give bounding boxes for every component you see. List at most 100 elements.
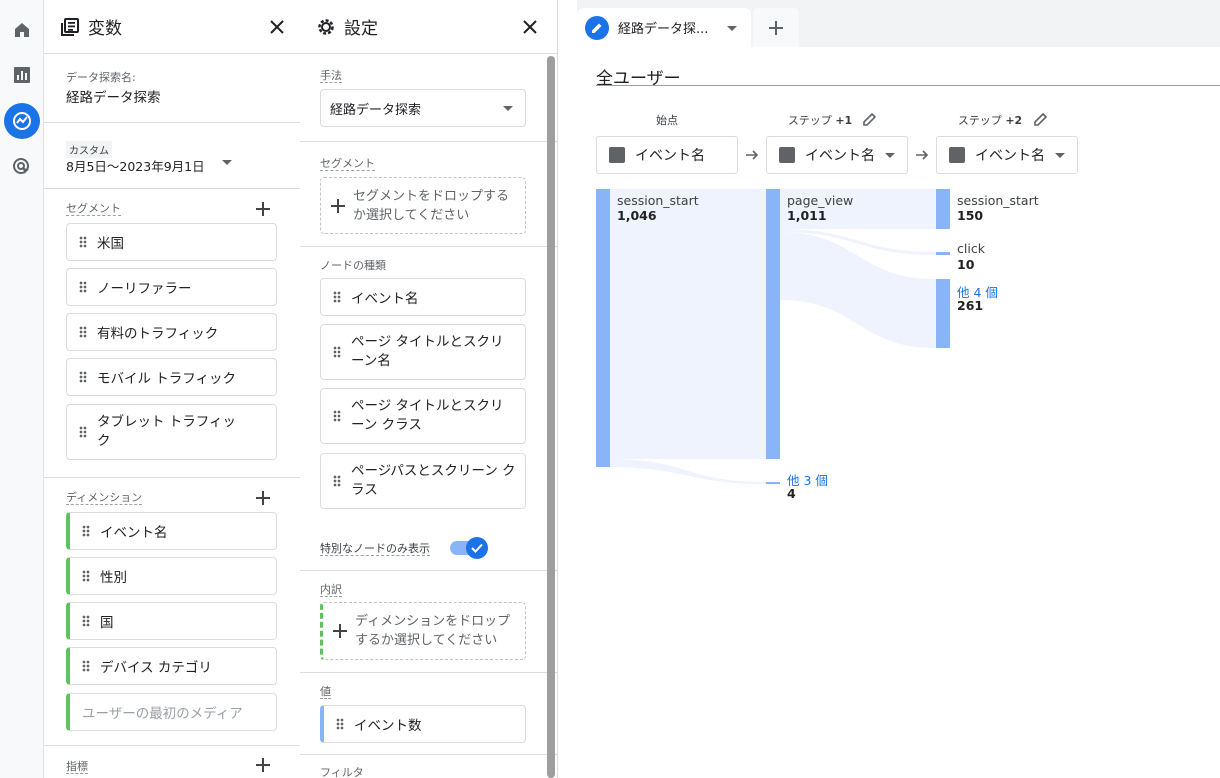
drag-handle-icon[interactable] [79, 236, 87, 248]
dimension-chip[interactable]: デバイス カテゴリ [66, 647, 277, 685]
segment-chip[interactable]: ノーリファラー [66, 268, 277, 306]
node-bar-other-step1[interactable] [766, 482, 780, 484]
breakdown-dropzone[interactable]: ディメンションをドロップするか選択してください [320, 602, 526, 660]
nav-rail [0, 0, 44, 778]
segments-section: セグメント 米国 ノーリファラー 有料のトラフィック モバイル トラフィック タ… [44, 189, 300, 478]
date-dropdown-icon[interactable] [222, 160, 232, 165]
node-type-chip[interactable]: イベント名 [320, 278, 526, 316]
drag-handle-icon[interactable] [333, 346, 341, 358]
node-value: 10 [957, 257, 975, 272]
node-type-chip[interactable]: ページパスとスクリーン クラス [320, 453, 526, 509]
segment-drop-label: セグメント [320, 157, 375, 170]
date-range-value[interactable]: 8月5日～2023年9月1日 [66, 156, 205, 175]
drag-handle-icon[interactable] [333, 410, 341, 422]
drag-handle-icon[interactable] [82, 525, 90, 537]
home-icon[interactable] [4, 12, 40, 48]
settings-title: 設定 [344, 19, 378, 39]
node-name: click [957, 241, 985, 256]
advertising-icon[interactable] [4, 149, 40, 185]
drag-handle-icon[interactable] [336, 718, 344, 730]
filter-label: フィルタ [320, 766, 364, 778]
node-value: 4 [787, 486, 796, 501]
flow-page-view-other [780, 232, 936, 348]
node-bar-page-view[interactable] [766, 189, 780, 459]
flow-session-start-page-view [610, 189, 766, 459]
settings-header: 設定 [300, 0, 557, 54]
segment-chip[interactable]: タブレット トラフィック [66, 404, 277, 460]
drag-handle-icon[interactable] [79, 371, 87, 383]
node-value: 1,011 [787, 208, 827, 223]
metrics-section: 指標 [44, 746, 300, 778]
variables-header: 変数 [44, 0, 300, 54]
node-name: page_view [787, 193, 854, 208]
technique-section: 手法 経路データ探索 [300, 54, 557, 142]
variables-panel: 変数 データ探索名: 経路データ探索 カスタム 8月5日～2023年9月1日 セ… [44, 0, 301, 778]
flow-session-start-other [610, 459, 766, 484]
add-icon [331, 198, 345, 213]
node-value: 150 [957, 208, 984, 223]
settings-panel: 設定 手法 経路データ探索 セグメント セグメントをドロップするか選択してくださ… [300, 0, 558, 778]
node-bar-other-step2[interactable] [936, 279, 950, 348]
special-nodes-toggle[interactable] [450, 537, 488, 559]
node-type-chip[interactable]: ページ タイトルとスクリーン クラス [320, 388, 526, 444]
settings-scrollbar[interactable] [547, 56, 555, 778]
dimension-chip[interactable]: 国 [66, 602, 277, 640]
segment-chip[interactable]: モバイル トラフィック [66, 358, 277, 396]
segment-drop-section: セグメント セグメントをドロップするか選択してください [300, 142, 557, 247]
node-name: session_start [617, 193, 699, 208]
node-bar-session-start[interactable] [596, 189, 610, 467]
drag-handle-icon[interactable] [79, 326, 87, 338]
explore-name-section: データ探索名: 経路データ探索 [44, 54, 300, 123]
drag-handle-icon[interactable] [82, 615, 90, 627]
add-icon [333, 624, 347, 638]
value-label: 値 [320, 685, 331, 698]
technique-label: 手法 [320, 69, 342, 82]
drag-handle-icon[interactable] [333, 475, 341, 487]
add-metric-icon[interactable] [254, 756, 272, 774]
variables-title: 変数 [88, 19, 122, 39]
dimension-chip[interactable]: 性別 [66, 557, 277, 595]
node-types-section: ノードの種類 イベント名 ページ タイトルとスクリーン名 ページ タイトルとスク… [300, 247, 557, 571]
segments-label: セグメント [66, 202, 121, 215]
explore-name-input[interactable]: 経路データ探索 [66, 86, 161, 106]
node-bar-click[interactable] [936, 252, 950, 255]
dimension-chip-placeholder[interactable]: ユーザーの最初のメディア [66, 693, 277, 731]
add-dimension-icon[interactable] [254, 489, 272, 507]
value-section: 値 イベント数 [300, 673, 557, 755]
node-bar-session-start-step2[interactable] [936, 189, 950, 229]
segment-chip[interactable]: 有料のトラフィック [66, 313, 277, 351]
dimensions-section: ディメンション イベント名 性別 国 デバイス カテゴリ ユーザーの最初のメディ… [44, 478, 300, 746]
path-flows [610, 189, 936, 484]
add-segment-icon[interactable] [254, 200, 272, 218]
drag-handle-icon[interactable] [79, 426, 87, 438]
node-name: session_start [957, 193, 1039, 208]
dimensions-label: ディメンション [66, 491, 143, 504]
check-icon [466, 537, 488, 559]
variables-icon [61, 17, 79, 36]
drag-handle-icon[interactable] [79, 281, 87, 293]
metrics-label: 指標 [66, 760, 88, 773]
drag-handle-icon[interactable] [333, 291, 341, 303]
gear-icon [318, 18, 334, 35]
breakdown-section: 内訳 ディメンションをドロップするか選択してください [300, 571, 557, 673]
drag-handle-icon[interactable] [82, 570, 90, 582]
segment-chip[interactable]: 米国 [66, 223, 277, 261]
explore-icon[interactable] [4, 103, 40, 139]
chevron-down-icon [503, 106, 513, 111]
value-chip[interactable]: イベント数 [320, 705, 526, 743]
breakdown-label: 内訳 [320, 583, 342, 596]
drag-handle-icon[interactable] [82, 660, 90, 672]
node-value: 1,046 [617, 208, 657, 223]
exploration-canvas: 経路データ探... 全ユーザー 始点 ステップ +1 ステップ +2 イベント名… [577, 0, 1220, 778]
date-range-section: カスタム 8月5日～2023年9月1日 [44, 123, 300, 189]
close-icon[interactable] [268, 18, 286, 36]
reports-icon[interactable] [4, 57, 40, 93]
special-nodes-label: 特別なノードのみ表示 [320, 542, 430, 555]
segment-dropzone[interactable]: セグメントをドロップするか選択してください [320, 177, 526, 234]
node-types-label: ノードの種類 [320, 259, 386, 272]
technique-select[interactable]: 経路データ探索 [320, 89, 526, 127]
node-value: 261 [957, 298, 984, 313]
close-icon[interactable] [521, 18, 539, 36]
dimension-chip[interactable]: イベント名 [66, 512, 277, 550]
node-type-chip[interactable]: ページ タイトルとスクリーン名 [320, 324, 526, 380]
